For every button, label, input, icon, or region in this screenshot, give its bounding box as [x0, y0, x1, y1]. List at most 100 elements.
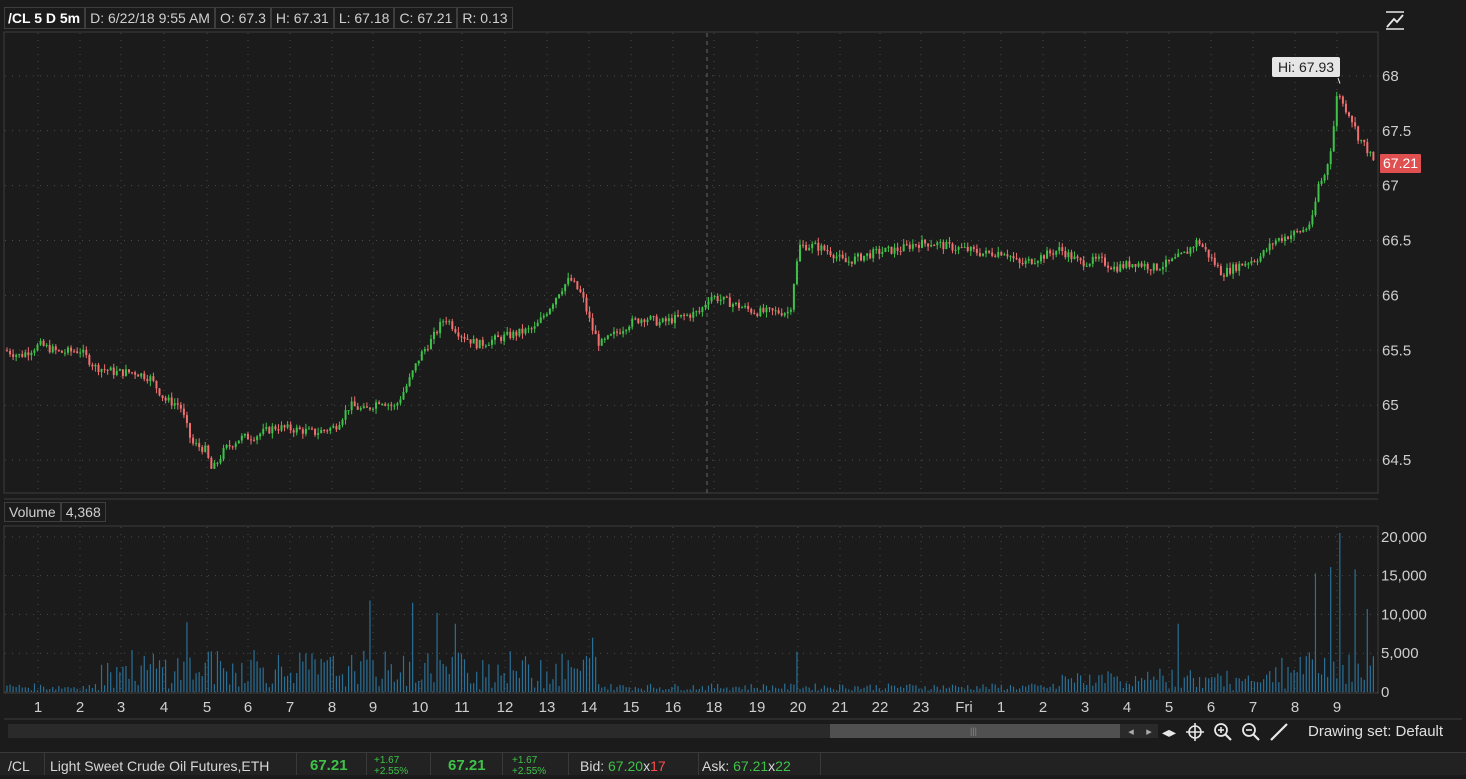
volume-bar	[958, 687, 960, 692]
candle-body	[335, 426, 338, 430]
candle-body	[765, 307, 768, 313]
volume-bar	[311, 653, 313, 692]
candle-body	[1085, 265, 1088, 267]
quote-change-block: +1.67 +2.55%	[370, 753, 431, 777]
candle-body	[609, 334, 612, 336]
candle-body	[1067, 252, 1070, 258]
volume-bar	[1235, 677, 1237, 692]
scroll-right-icon[interactable]: ▸	[1138, 722, 1160, 742]
volume-bar	[293, 683, 295, 692]
candle-body	[817, 242, 820, 251]
volume-bar	[924, 686, 926, 692]
zoom-in-icon[interactable]	[1212, 722, 1234, 742]
candle-body	[100, 369, 103, 373]
volume-bar	[537, 680, 539, 692]
volume-bar	[226, 671, 228, 692]
price-chart[interactable]: 68 67.5 67 66.5 66 65.5 65 64.5	[0, 0, 1466, 500]
volume-bar	[762, 684, 764, 692]
quote-bid[interactable]: Bid: 67.20x17	[580, 753, 699, 775]
volume-bar	[113, 687, 115, 692]
volume-bar	[1125, 682, 1127, 692]
candle-body	[1201, 244, 1204, 247]
candle-body	[628, 326, 631, 331]
volume-bar	[235, 672, 237, 692]
candle-body	[1296, 231, 1299, 233]
volume-bar	[756, 687, 758, 692]
volume-bar	[866, 685, 868, 692]
candle-body	[365, 406, 368, 408]
candle-body	[875, 248, 878, 250]
quote-ask[interactable]: Ask: 67.21x22	[702, 753, 821, 775]
volume-bar	[1354, 569, 1356, 692]
volume-bar	[839, 684, 841, 692]
time-axis-label: 3	[117, 699, 125, 716]
time-axis-label: 10	[412, 699, 429, 716]
time-axis-label: 6	[1207, 699, 1215, 716]
volume-label[interactable]: Volume	[4, 502, 61, 522]
candle-body	[795, 261, 798, 285]
candle-body	[494, 335, 496, 340]
candle-body	[975, 248, 978, 254]
volume-bar	[1043, 686, 1045, 692]
drawing-pencil-icon[interactable]	[1268, 722, 1290, 742]
candle-body	[905, 244, 908, 246]
volume-bar	[869, 684, 871, 692]
quote-symbol[interactable]: /CL	[8, 753, 45, 775]
candle-body	[1174, 257, 1177, 259]
price-axis-tick: 67	[1382, 178, 1399, 195]
candle-body	[1216, 264, 1219, 267]
candle-body	[204, 445, 207, 452]
volume-bar	[1156, 679, 1158, 692]
volume-bar	[1211, 676, 1213, 692]
volume-bar	[945, 688, 947, 692]
candle-body	[646, 319, 649, 322]
volume-bar	[598, 684, 600, 692]
time-axis-label: 1	[997, 699, 1005, 716]
expand-time-axis-icon[interactable]: ◂▸	[1158, 722, 1180, 742]
volume-bar	[1052, 683, 1054, 692]
quote-change-block-2: +1.67 +2.55%	[508, 753, 569, 777]
candle-body	[1232, 264, 1235, 274]
volume-bar	[610, 684, 612, 692]
drawing-set-selector[interactable]: Drawing set: Default	[1308, 722, 1443, 742]
volume-bar	[1226, 670, 1228, 692]
volume-bar	[134, 680, 136, 692]
volume-bar	[1345, 683, 1347, 692]
candle-body	[945, 242, 948, 250]
candle-body	[402, 391, 405, 400]
volume-bar	[988, 689, 990, 692]
candle-body	[9, 350, 12, 355]
candle-body	[991, 252, 994, 256]
candle-body	[73, 351, 76, 353]
volume-bar	[726, 687, 728, 692]
volume-bar	[793, 684, 795, 692]
candle-body	[286, 424, 289, 428]
candle-body	[362, 406, 365, 408]
volume-value: 4,368	[60, 502, 106, 522]
candle-body	[176, 403, 179, 405]
volume-bar	[1256, 681, 1259, 692]
candle-body	[137, 374, 140, 377]
time-axis-label: 9	[1333, 699, 1341, 716]
volume-bar	[747, 689, 749, 692]
volume-bar	[1031, 683, 1033, 692]
volume-bar	[875, 685, 877, 692]
volume-bar	[482, 660, 484, 692]
candle-body	[917, 244, 920, 248]
candle-body	[869, 253, 872, 259]
crosshair-icon[interactable]	[1184, 722, 1206, 742]
zoom-out-icon[interactable]	[1240, 722, 1262, 742]
volume-bar	[732, 687, 734, 692]
candle-body	[15, 355, 18, 357]
candle-body	[414, 363, 417, 371]
volume-bar	[9, 684, 11, 692]
candle-body	[420, 351, 423, 361]
candle-body	[262, 428, 265, 434]
volume-bar	[1034, 684, 1036, 692]
candle-body	[802, 244, 805, 246]
candle-body	[1091, 256, 1094, 264]
volume-bar	[186, 622, 188, 692]
volume-bar	[1259, 682, 1262, 692]
candle-body	[591, 318, 594, 331]
volume-bar	[1028, 684, 1030, 692]
